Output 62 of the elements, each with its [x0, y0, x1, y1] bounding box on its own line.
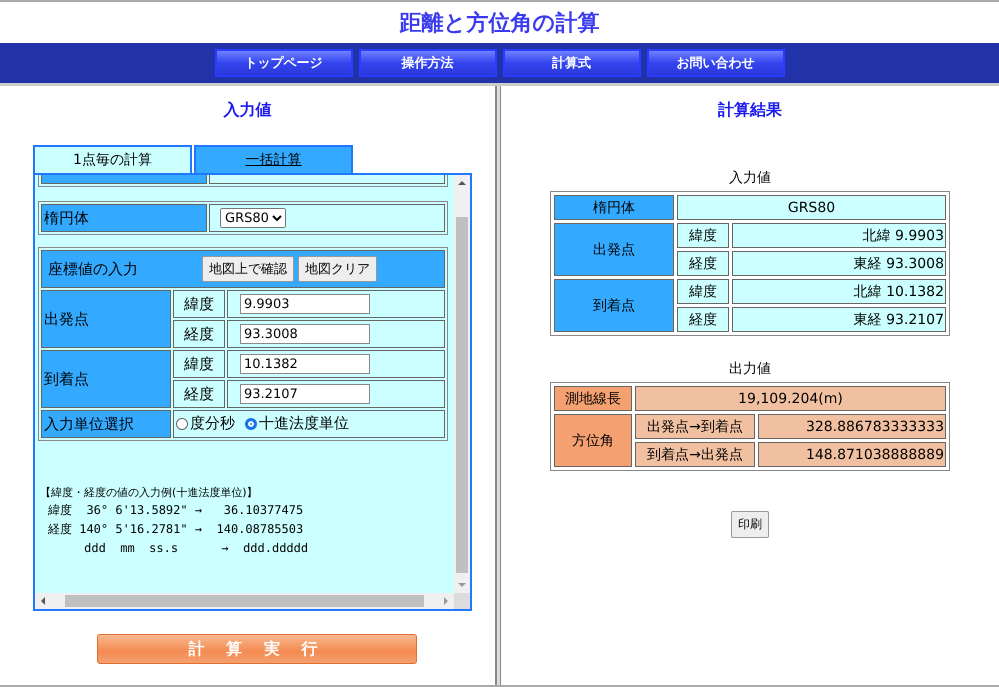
scrollbar[interactable]	[35, 593, 454, 609]
map-button[interactable]: 地図クリア	[298, 256, 377, 282]
example-line: 経度 140° 5'16.2781" → 140.08785503	[48, 521, 304, 538]
table-caption: 入力値	[729, 169, 771, 187]
table-cell: 経度	[173, 320, 225, 348]
ellipsoid-select[interactable]: GRS80	[220, 208, 286, 228]
left-arrow-icon[interactable]	[39, 597, 47, 605]
table-cell: 北緯 10.1382	[732, 279, 946, 304]
table-caption: 出力値	[729, 360, 771, 378]
input-field[interactable]: 93.3008	[240, 324, 370, 344]
table-cell: 出発点	[554, 223, 674, 276]
table-cell: 到着点→出発点	[635, 442, 755, 467]
table-cell: 出発点→到着点	[635, 414, 755, 439]
tab[interactable]: 1点毎の計算	[33, 145, 192, 173]
panel-heading: 入力値	[224, 100, 272, 121]
down-arrow-icon[interactable]	[458, 581, 466, 589]
map-button[interactable]: 地図上で確認	[202, 256, 294, 282]
table-cell: 緯度	[677, 223, 729, 248]
table-cell: 出発点	[41, 290, 171, 348]
table-cell: 到着点	[554, 279, 674, 332]
radio-option[interactable]: 度分秒	[176, 414, 235, 434]
table-cell: 19,109.204(m)	[635, 386, 946, 411]
table-cell: 楕円体	[41, 204, 207, 232]
table-cell: 楕円体	[554, 195, 674, 220]
table-cell: 緯度	[173, 290, 225, 318]
table-cell: 入力単位選択	[41, 410, 171, 438]
example-line: 緯度 36° 6'13.5892" → 36.10377475	[48, 502, 304, 519]
nav-button[interactable]: 計算式	[502, 49, 640, 77]
radio-button[interactable]	[245, 418, 257, 430]
right-arrow-icon[interactable]	[442, 597, 450, 605]
nav-button[interactable]: お問い合わせ	[646, 49, 784, 77]
input-field[interactable]: 10.1382	[240, 354, 370, 374]
nav-button[interactable]: 操作方法	[358, 49, 496, 77]
page-title: 距離と方位角の計算	[400, 10, 600, 38]
example-title: 【緯度・経度の値の入力例(十進法度単位)】	[40, 485, 259, 500]
nav-button[interactable]: トップページ	[214, 49, 352, 77]
up-arrow-icon[interactable]	[458, 179, 466, 187]
tab[interactable]: 一括計算	[194, 145, 353, 173]
table-cell: 経度	[677, 251, 729, 276]
input-field[interactable]: 9.9903	[240, 294, 370, 314]
table-cell: 緯度	[677, 279, 729, 304]
table-cell: 北緯 9.9903	[732, 223, 946, 248]
table-cell: 東経 93.2107	[732, 307, 946, 332]
table-cell: 経度	[173, 380, 225, 408]
table-cell: GRS80	[677, 195, 946, 220]
scrollbar[interactable]	[454, 175, 470, 593]
section-label: 座標値の入力	[47, 260, 139, 278]
table-cell: 緯度	[173, 350, 225, 378]
table-cell: 東経 93.3008	[732, 251, 946, 276]
table-cell: 経度	[677, 307, 729, 332]
example-line: ddd mm ss.s → ddd.ddddd	[83, 540, 310, 557]
table-cell: 148.871038888889	[758, 442, 946, 467]
table-cell: 328.886783333333	[758, 414, 946, 439]
print-button[interactable]: 印刷	[731, 511, 769, 538]
table-cell: 測地線長	[554, 386, 632, 411]
radio-option[interactable]: 十進法度単位	[245, 414, 349, 434]
table-cell: 方位角	[554, 414, 632, 467]
panel-heading: 計算結果	[718, 100, 782, 121]
scrollbar-corner	[454, 593, 470, 609]
radio-button[interactable]	[176, 418, 188, 430]
table-cell: 到着点	[41, 350, 171, 408]
input-field[interactable]: 93.2107	[240, 384, 370, 404]
